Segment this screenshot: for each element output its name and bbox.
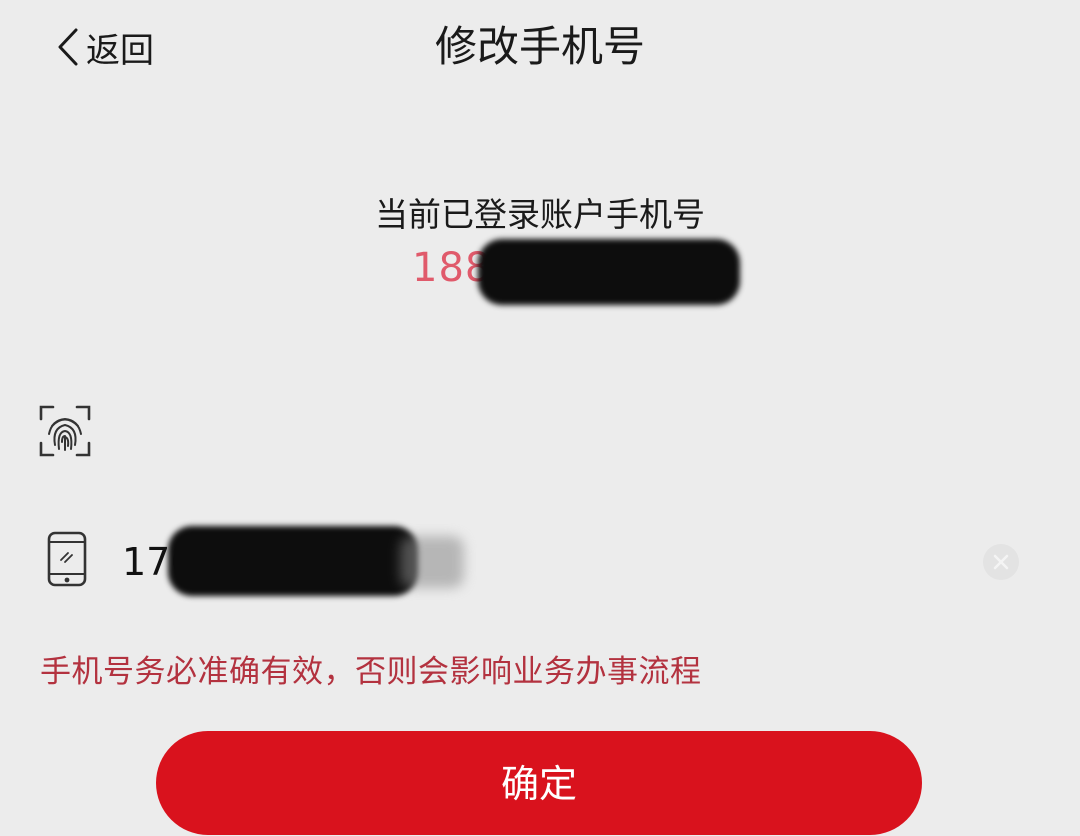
verification-input[interactable] — [126, 410, 830, 456]
verification-row — [0, 398, 1080, 464]
new-phone-row: 1761 — [0, 522, 1080, 602]
page-title: 修改手机号 — [434, 22, 645, 71]
screen: 返回 修改手机号 当前已登录账户手机号 188 手机号务必准确有效，否则会影响业… — [0, 0, 1080, 836]
clear-icon — [984, 545, 1018, 579]
warning-text: 手机号务必准确有效，否则会影响业务办事流程 — [40, 654, 702, 690]
redaction-mark — [168, 526, 418, 596]
current-phone: 188 — [0, 239, 1080, 305]
mobile-phone-icon — [46, 530, 88, 592]
confirm-button[interactable]: 确定 — [156, 731, 922, 835]
redaction-mark — [478, 239, 740, 305]
fingerprint-icon — [38, 404, 92, 462]
clear-input-button[interactable] — [983, 544, 1019, 580]
current-phone-label: 当前已登录账户手机号 — [375, 195, 705, 234]
redaction-mark — [400, 536, 464, 588]
